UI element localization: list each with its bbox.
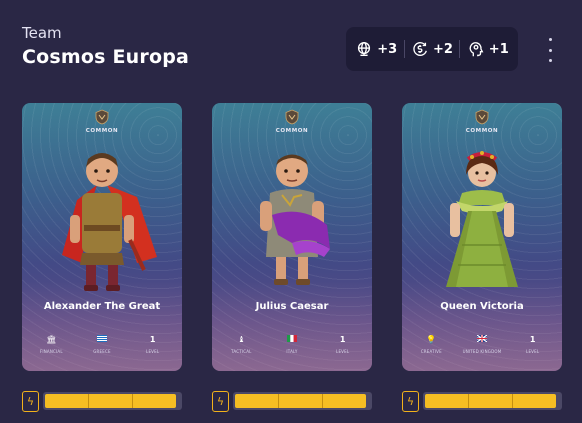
- energy-fill: [425, 394, 556, 408]
- bank-icon: 🏛: [46, 335, 57, 344]
- character-card[interactable]: COMMON Julius Caesar ♝ TACTICAL ITALY 1 …: [212, 103, 372, 371]
- attr-country-label: GREECE: [93, 349, 111, 354]
- character-portrait: [446, 151, 518, 287]
- stat-coin: +2: [411, 40, 453, 58]
- attr-country-label: ITALY: [286, 349, 298, 354]
- flag-icon: [286, 335, 297, 345]
- rarity-shield-icon: [475, 109, 489, 125]
- rarity-shield-icon: [285, 109, 299, 125]
- attr-country: ITALY: [267, 335, 317, 354]
- divider: [459, 40, 461, 58]
- level-value: 1: [149, 335, 156, 344]
- character-attributes: 🏛 FINANCIAL GREECE 1 LEVEL: [22, 335, 182, 354]
- attr-country: UNITED KINGDOM: [457, 334, 507, 354]
- team-name: Cosmos Europa: [22, 46, 190, 68]
- attr-trait: 💡 CREATIVE: [406, 335, 456, 354]
- energy-bar: [43, 392, 182, 410]
- stat-globe-value: +3: [377, 41, 398, 57]
- energy-bar: [233, 392, 372, 410]
- globe-icon: [358, 42, 371, 56]
- attr-trait: ♝ TACTICAL: [216, 335, 266, 354]
- flag-icon: [476, 334, 488, 345]
- character-portrait: [260, 154, 330, 285]
- attr-level-label: LEVEL: [526, 349, 540, 354]
- lightning-icon: ϟ: [402, 390, 419, 412]
- level-value: 1: [339, 335, 346, 344]
- character-attributes: 💡 CREATIVE UNITED KINGDOM 1 LEVEL: [402, 334, 562, 354]
- dot-icon: [548, 59, 552, 62]
- attr-country: GREECE: [77, 335, 127, 354]
- rarity-label: COMMON: [275, 128, 309, 134]
- character-card[interactable]: COMMON Alexander The Great 🏛 FINANCIAL G…: [22, 103, 182, 371]
- rarity-shield-icon: [95, 109, 109, 125]
- rarity-label: COMMON: [85, 128, 119, 134]
- energy-meter: ϟ: [22, 389, 182, 413]
- energy-fill: [45, 394, 176, 408]
- attr-level: 1 LEVEL: [508, 335, 558, 354]
- team-bonus-stats: +3 +2 +1: [346, 27, 518, 71]
- lightning-icon: ϟ: [212, 390, 229, 412]
- stat-globe: +3: [355, 40, 397, 58]
- energy-bar: [423, 392, 562, 410]
- energy-meter: ϟ: [402, 389, 562, 413]
- character-name: Queen Victoria: [440, 301, 524, 312]
- attr-trait-label: FINANCIAL: [39, 349, 63, 354]
- coin-swirl-icon: [413, 42, 427, 57]
- attr-level-label: LEVEL: [336, 349, 350, 354]
- character-card[interactable]: COMMON Queen Victoria 💡 CREATIVE UNITED …: [402, 103, 562, 371]
- dot-icon: [548, 48, 552, 52]
- character-portrait: [62, 153, 157, 291]
- chess-piece-icon: ♝: [237, 335, 245, 344]
- stat-coin-value: +2: [433, 41, 453, 57]
- attr-level-label: LEVEL: [146, 349, 160, 354]
- more-options-button[interactable]: [542, 38, 558, 62]
- divider: [403, 40, 405, 58]
- attr-trait: 🏛 FINANCIAL: [26, 335, 76, 354]
- flag-icon: [96, 335, 107, 345]
- energy-fill: [235, 394, 366, 408]
- character-name: Alexander The Great: [43, 301, 161, 312]
- head-profile-icon: [469, 42, 484, 57]
- character-name: Julius Caesar: [255, 301, 329, 312]
- attr-country-label: UNITED KINGDOM: [462, 349, 502, 354]
- attr-level: 1 LEVEL: [128, 335, 178, 354]
- level-value: 1: [529, 335, 536, 344]
- rarity-label: COMMON: [465, 128, 499, 134]
- lightning-icon: ϟ: [22, 390, 39, 412]
- team-label: Team: [22, 24, 62, 42]
- character-attributes: ♝ TACTICAL ITALY 1 LEVEL: [212, 335, 372, 354]
- stat-head: +1: [467, 40, 509, 58]
- lightbulb-icon: 💡: [426, 335, 437, 344]
- energy-meter: ϟ: [212, 389, 372, 413]
- dot-icon: [548, 38, 552, 41]
- team-header: Team Cosmos Europa: [22, 24, 189, 68]
- stat-head-value: +1: [488, 41, 509, 57]
- attr-trait-label: CREATIVE: [420, 349, 442, 354]
- attr-trait-label: TACTICAL: [231, 349, 252, 354]
- attr-level: 1 LEVEL: [318, 335, 368, 354]
